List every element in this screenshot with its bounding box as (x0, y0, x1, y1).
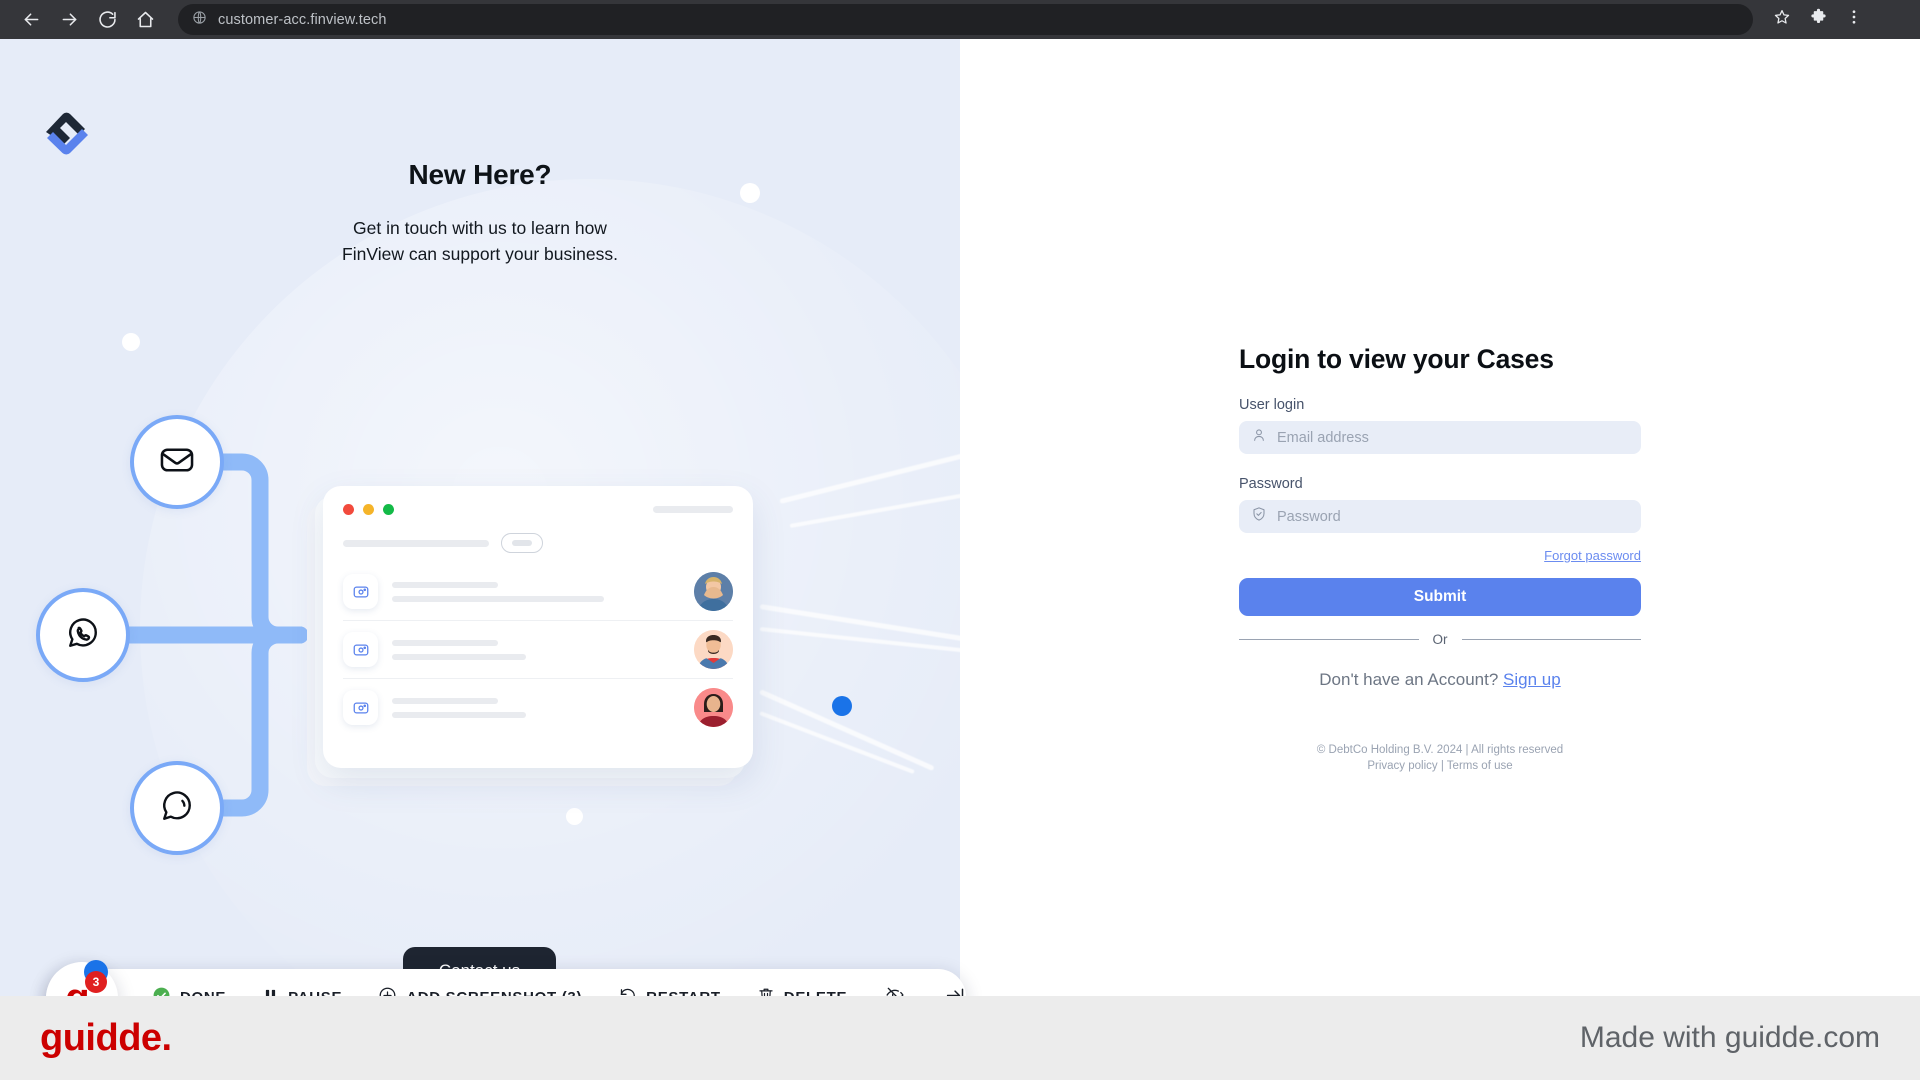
channel-whatsapp-icon-button[interactable] (36, 588, 130, 682)
guidde-pause-button[interactable]: PAUSE (244, 969, 360, 996)
copyright-text: © DebtCo Holding B.V. 2024 | All rights … (1316, 744, 1564, 756)
mock-maximize-dot (383, 504, 394, 515)
forgot-password-row: Forgot password (1239, 547, 1641, 565)
divider-line-left (1239, 639, 1419, 640)
mock-image-thumb (343, 632, 378, 667)
back-arrow-icon (21, 9, 42, 30)
guidde-collapse-button[interactable] (925, 969, 986, 996)
mock-titlebar-placeholder (653, 506, 733, 513)
check-circle-icon (152, 986, 171, 996)
whatsapp-icon (65, 615, 101, 656)
login-form: Login to view your Cases User login Pass… (1239, 344, 1641, 774)
submit-button[interactable]: Submit (1239, 578, 1641, 616)
mock-window-titlebar (343, 504, 733, 515)
bookmark-button[interactable] (1767, 5, 1797, 35)
mock-image-thumb (343, 690, 378, 725)
signup-prompt-row: Don't have an Account? Sign up (1239, 670, 1641, 690)
mock-text-lines (392, 639, 680, 660)
browser-right-controls (1767, 5, 1869, 35)
email-field-wrapper[interactable] (1239, 421, 1641, 454)
guidde-wordmark: guidde. (40, 1016, 172, 1059)
password-field[interactable] (1277, 500, 1629, 533)
guidde-done-label: DONE (180, 989, 226, 997)
reload-button[interactable] (90, 3, 124, 37)
legal-footer: © DebtCo Holding B.V. 2024 | All rights … (1239, 742, 1641, 774)
chat-bubble-icon (159, 788, 195, 829)
password-label: Password (1239, 476, 1303, 492)
mock-image-thumb (343, 574, 378, 609)
bookmark-star-icon (1773, 8, 1791, 31)
mock-toolbar-pill (501, 533, 543, 553)
or-divider: Or (1239, 632, 1641, 647)
mock-close-dot (343, 504, 354, 515)
mock-toolbar-placeholder (343, 539, 489, 547)
guidde-add-screenshot-label: ADD SCREENSHOT (3) (406, 989, 582, 997)
mock-list-item (343, 621, 733, 679)
arrow-to-right-icon (945, 985, 966, 996)
pause-icon (262, 987, 279, 996)
eye-off-icon (885, 985, 905, 996)
mock-toolbar-row (343, 533, 733, 553)
extensions-button[interactable] (1803, 5, 1833, 35)
avatar (694, 630, 733, 669)
chrome-menu-icon (1845, 8, 1863, 31)
channel-chat-icon-button[interactable] (130, 761, 224, 855)
mock-app-window (323, 486, 753, 768)
avatar (694, 688, 733, 727)
mock-minimize-dot (363, 504, 374, 515)
forgot-password-link[interactable]: Forgot password (1544, 548, 1641, 563)
guidde-delete-button[interactable]: DELETE (739, 969, 865, 996)
email-field[interactable] (1277, 421, 1629, 454)
extensions-puzzle-icon (1809, 8, 1828, 32)
login-title: Login to view your Cases (1239, 344, 1554, 374)
login-panel: Login to view your Cases User login Pass… (960, 39, 1920, 996)
envelope-icon (158, 441, 196, 484)
restart-arrow-icon (618, 986, 637, 996)
site-globe-icon (192, 10, 207, 30)
address-bar-url: customer-acc.finview.tech (218, 11, 387, 28)
mock-list-item (343, 563, 733, 621)
home-button[interactable] (128, 3, 162, 37)
guidde-delete-label: DELETE (784, 989, 847, 997)
sign-up-link[interactable]: Sign up (1503, 670, 1561, 689)
mock-text-lines (392, 697, 680, 718)
guidde-restart-button[interactable]: RESTART (600, 969, 739, 996)
home-icon (135, 9, 156, 30)
promo-panel: New Here? Get in touch with us to learn … (0, 39, 960, 996)
or-label: Or (1432, 632, 1448, 647)
browser-toolbar: customer-acc.finview.tech (0, 0, 1920, 39)
mock-list-item (343, 679, 733, 736)
mock-traffic-lights (343, 504, 394, 515)
plus-circle-icon (378, 986, 397, 996)
mock-text-lines (392, 581, 680, 602)
avatar (694, 572, 733, 611)
guidde-pause-label: PAUSE (288, 989, 342, 997)
trash-icon (757, 986, 775, 996)
signup-prompt-text: Don't have an Account? (1319, 670, 1499, 689)
back-button[interactable] (14, 3, 48, 37)
user-login-label: User login (1239, 397, 1305, 413)
chrome-menu-button[interactable] (1839, 5, 1869, 35)
forward-button[interactable] (52, 3, 86, 37)
guidde-recorder-toolbar: DONE PAUSE ADD SCREENSHOT (3) RESTART DE (46, 969, 966, 996)
forward-arrow-icon (59, 9, 80, 30)
channel-email-icon-button[interactable] (130, 415, 224, 509)
shield-check-icon (1251, 506, 1267, 527)
legal-links-text[interactable]: Privacy policy | Terms of use (1239, 758, 1641, 774)
reload-icon (97, 9, 118, 30)
page-viewport: New Here? Get in touch with us to learn … (0, 39, 1920, 996)
guidde-add-screenshot-button[interactable]: ADD SCREENSHOT (3) (360, 969, 600, 996)
divider-line-right (1461, 639, 1641, 640)
made-with-guidde-strip: guidde. Made with guidde.com (0, 996, 1920, 1080)
mock-list (343, 563, 733, 736)
guidde-hide-button[interactable] (865, 969, 925, 996)
guidde-done-button[interactable]: DONE (134, 969, 244, 996)
password-field-wrapper[interactable] (1239, 500, 1641, 533)
address-bar[interactable]: customer-acc.finview.tech (178, 4, 1753, 35)
user-person-icon (1251, 427, 1267, 448)
made-with-text: Made with guidde.com (1579, 1021, 1880, 1054)
guidde-step-count-badge: 3 (85, 971, 107, 993)
guidde-restart-label: RESTART (646, 989, 721, 997)
